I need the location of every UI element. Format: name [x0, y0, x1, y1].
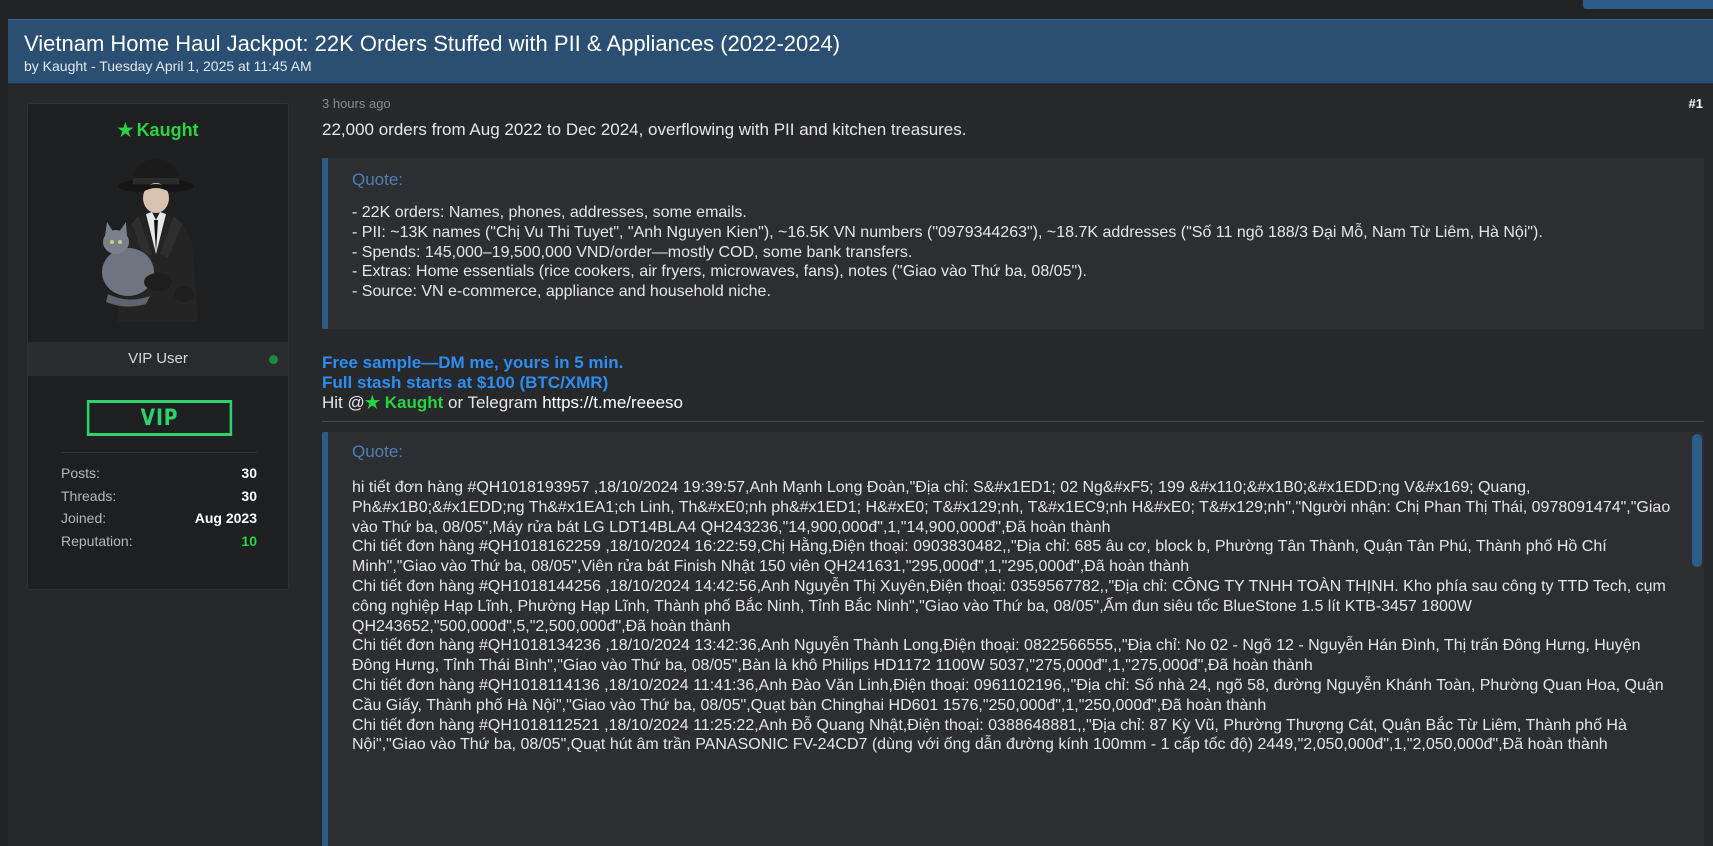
order-entry: hi tiết đơn hàng #QH1018193957 ,18/10/20… — [352, 479, 1671, 536]
quote-line: - Spends: 145,000–19,500,000 VND/order—m… — [352, 243, 913, 261]
post-number-link[interactable]: #1 — [1689, 96, 1703, 111]
order-entry: Chi tiết đơn hàng #QH1018134236 ,18/10/2… — [352, 637, 1641, 675]
stat-reputation: Reputation: 10 — [61, 530, 257, 553]
quote-label: Quote: — [352, 170, 404, 189]
star-icon: ★ — [364, 393, 381, 412]
post-timestamp: 3 hours ago — [322, 96, 391, 111]
top-strip — [0, 0, 1713, 10]
thread-header: Vietnam Home Haul Jackpot: 22K Orders St… — [8, 19, 1713, 84]
online-status-dot — [269, 355, 278, 364]
scrollbar-thumb[interactable] — [1692, 434, 1702, 567]
stat-label: Threads: — [61, 487, 117, 504]
mention-name: Kaught — [384, 393, 444, 412]
top-action-button[interactable] — [1583, 0, 1713, 9]
post-intro: 22,000 orders from Aug 2022 to Dec 2024,… — [322, 120, 967, 139]
quote-line: - Extras: Home essentials (rice cookers,… — [352, 263, 1087, 281]
telegram-link[interactable]: https://t.me/reeeso — [542, 393, 683, 412]
stat-label: Posts: — [61, 465, 100, 481]
stat-value: Aug 2023 — [194, 510, 257, 527]
stat-joined: Joined: Aug 2023 — [61, 507, 257, 530]
quote-line: - PII: ~13K names ("Chị Vu Thi Tuyet", "… — [352, 223, 1543, 241]
stat-value: 10 — [241, 533, 257, 550]
quote-line: - 22K orders: Names, phones, addresses, … — [352, 204, 747, 221]
user-card: ★ Kaught VIP User VIP Posts: 30 Threads:… — [27, 103, 289, 590]
divider — [322, 421, 1704, 422]
order-entry: Chi tiết đơn hàng #QH1018144256 ,18/10/2… — [352, 577, 1666, 635]
user-title-bar: VIP User — [28, 342, 288, 376]
divider — [61, 452, 257, 453]
stat-value: 30 — [241, 465, 257, 481]
user-title: VIP User — [128, 350, 188, 367]
stat-posts: Posts: 30 — [61, 462, 257, 485]
thread-title: Vietnam Home Haul Jackpot: 22K Orders St… — [24, 31, 841, 56]
contact-prefix: Hit @ — [322, 393, 365, 412]
thread-meta: by Kaught - Tuesday April 1, 2025 at 11:… — [24, 58, 312, 74]
avatar[interactable] — [88, 154, 228, 324]
quote-block-summary: Quote: - 22K orders: Names, phones, addr… — [322, 158, 1704, 329]
username[interactable]: ★ Kaught — [28, 120, 288, 141]
order-entry: Chi tiết đơn hàng #QH1018114136 ,18/10/2… — [352, 676, 1664, 714]
post: ★ Kaught VIP User VIP Posts: 30 Threads:… — [8, 85, 1713, 846]
cta-sample: Free sample—DM me, yours in 5 min. — [322, 353, 624, 372]
username-text: Kaught — [136, 120, 199, 140]
order-entry: Chi tiết đơn hàng #QH1018162259 ,18/10/2… — [352, 538, 1607, 576]
scrollbar[interactable] — [1692, 434, 1702, 846]
user-stats: Posts: 30 Threads: 30 Joined: Aug 2023 R… — [61, 462, 257, 553]
contact-middle: or Telegram — [443, 393, 543, 412]
quote-line: - Source: VN e-commerce, appliance and h… — [352, 283, 771, 301]
star-icon: ★ — [117, 120, 134, 140]
stat-value: 30 — [241, 487, 257, 504]
order-entry: Chi tiết đơn hàng #QH1018112521 ,18/10/2… — [352, 716, 1627, 754]
call-to-action: Free sample—DM me, yours in 5 min. Full … — [322, 353, 683, 413]
stat-label: Joined: — [61, 510, 107, 527]
stat-label: Reputation: — [61, 533, 133, 550]
stat-threads: Threads: 30 — [61, 485, 257, 508]
mention-link[interactable]: ★ Kaught — [365, 393, 444, 412]
quote-block-orders[interactable]: Quote: hi tiết đơn hàng #QH1018193957 ,1… — [322, 432, 1704, 846]
vip-badge: VIP — [86, 400, 233, 436]
cta-price: Full stash starts at $100 (BTC/XMR) — [322, 373, 609, 392]
contact-line: Hit @★ Kaught or Telegram https://t.me/r… — [322, 393, 683, 413]
quote-label: Quote: — [352, 442, 404, 461]
